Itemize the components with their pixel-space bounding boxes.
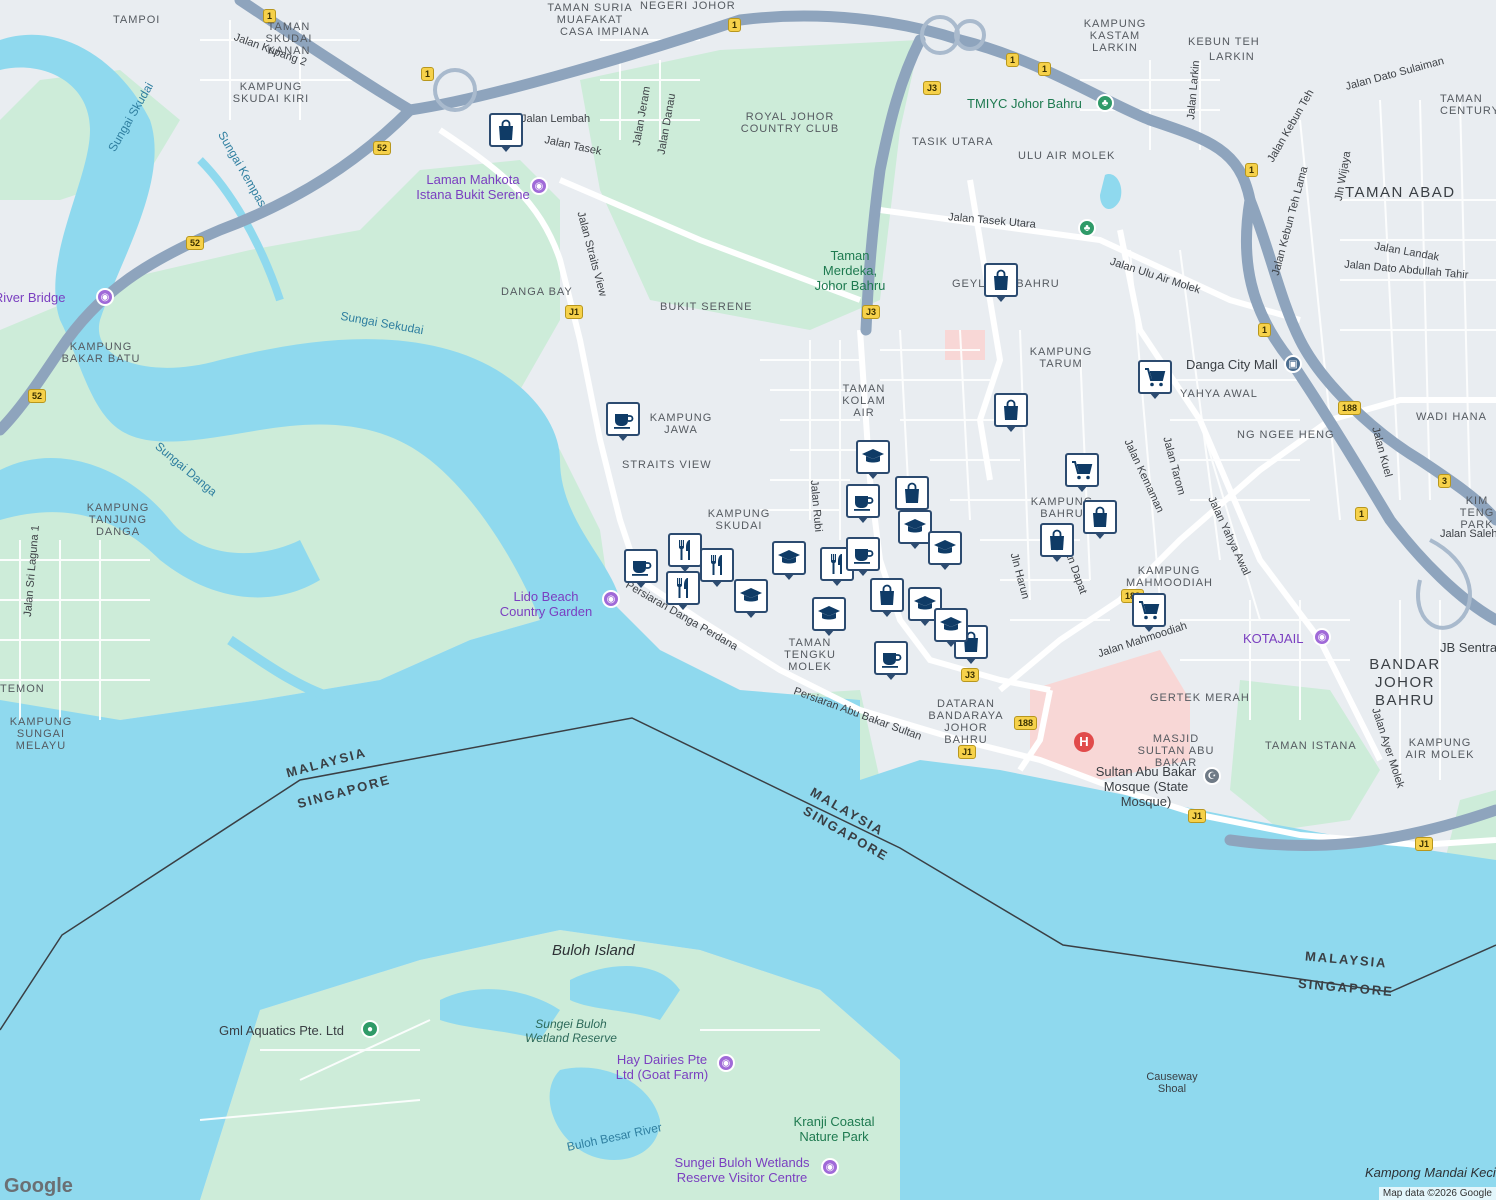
coffee-cup-pin[interactable] bbox=[874, 641, 908, 680]
graduation-cap-icon bbox=[817, 602, 841, 626]
route-shield: 1 bbox=[1006, 53, 1020, 67]
graduation-cap-pin[interactable] bbox=[928, 531, 962, 570]
coffee-cup-pin[interactable] bbox=[846, 537, 880, 576]
mosque-icon[interactable]: ☪ bbox=[1203, 767, 1221, 785]
mall-icon[interactable]: ▣ bbox=[1284, 355, 1302, 373]
shopping-bag-icon bbox=[494, 118, 518, 142]
shopping-bag-icon bbox=[875, 583, 899, 607]
shopping-cart-pin[interactable] bbox=[1065, 453, 1099, 492]
attraction-icon[interactable]: ◉ bbox=[96, 288, 114, 306]
shopping-cart-icon bbox=[1070, 458, 1094, 482]
route-shield: 1 bbox=[263, 9, 277, 23]
route-shield: J1 bbox=[958, 745, 977, 759]
restaurant-pin[interactable] bbox=[666, 571, 700, 610]
business-icon[interactable]: ● bbox=[361, 1020, 379, 1038]
restaurant-icon bbox=[673, 538, 697, 562]
shopping-cart-icon bbox=[1137, 598, 1161, 622]
route-shield: J1 bbox=[1415, 837, 1434, 851]
route-shield: 52 bbox=[373, 141, 392, 155]
coffee-cup-icon bbox=[851, 489, 875, 513]
attraction-icon[interactable]: ◉ bbox=[530, 177, 548, 195]
hospital-icon[interactable]: H bbox=[1074, 732, 1094, 752]
shopping-cart-icon bbox=[1143, 365, 1167, 389]
shopping-bag-icon bbox=[999, 398, 1023, 422]
attraction-icon[interactable]: ◉ bbox=[1313, 628, 1331, 646]
graduation-cap-pin[interactable] bbox=[812, 597, 846, 636]
graduation-cap-icon bbox=[933, 536, 957, 560]
shopping-bag-icon bbox=[900, 481, 924, 505]
shopping-bag-icon bbox=[989, 268, 1013, 292]
attraction-icon[interactable]: ◉ bbox=[717, 1054, 735, 1072]
shopping-bag-pin[interactable] bbox=[1083, 500, 1117, 539]
coffee-cup-icon bbox=[851, 542, 875, 566]
graduation-cap-icon bbox=[861, 445, 885, 469]
route-shield: 1 bbox=[728, 18, 742, 32]
route-shield: 188 bbox=[1338, 401, 1362, 415]
coffee-cup-icon bbox=[879, 646, 903, 670]
route-shield: 1 bbox=[1038, 62, 1052, 76]
route-shield: 3 bbox=[1438, 474, 1452, 488]
shopping-bag-pin[interactable] bbox=[994, 393, 1028, 432]
attraction-icon[interactable]: ◉ bbox=[821, 1158, 839, 1176]
shopping-bag-pin[interactable] bbox=[1040, 523, 1074, 562]
shopping-bag-pin[interactable] bbox=[984, 263, 1018, 302]
restaurant-pin[interactable] bbox=[668, 533, 702, 572]
graduation-cap-pin[interactable] bbox=[898, 510, 932, 549]
restaurant-pin[interactable] bbox=[700, 548, 734, 587]
attraction-icon[interactable]: ◉ bbox=[602, 590, 620, 608]
graduation-cap-icon bbox=[777, 546, 801, 570]
shopping-bag-pin[interactable] bbox=[870, 578, 904, 617]
coffee-cup-icon bbox=[629, 554, 653, 578]
coffee-cup-pin[interactable] bbox=[606, 402, 640, 441]
shopping-bag-pin[interactable] bbox=[895, 476, 929, 515]
graduation-cap-icon bbox=[739, 584, 763, 608]
route-shield: J3 bbox=[923, 81, 942, 95]
route-shield: J1 bbox=[1188, 809, 1207, 823]
coffee-cup-pin[interactable] bbox=[624, 549, 658, 588]
google-logo: Google bbox=[4, 1175, 73, 1197]
map-attribution: Map data ©2026 Google bbox=[1378, 1187, 1496, 1200]
route-shield: 1 bbox=[1258, 323, 1272, 337]
route-shield: 52 bbox=[186, 236, 205, 250]
park-icon[interactable]: ♣ bbox=[1096, 94, 1114, 112]
graduation-cap-icon bbox=[939, 613, 963, 637]
shopping-cart-pin[interactable] bbox=[1138, 360, 1172, 399]
coffee-cup-icon bbox=[611, 407, 635, 431]
shopping-cart-pin[interactable] bbox=[1132, 593, 1166, 632]
coffee-cup-pin[interactable] bbox=[846, 484, 880, 523]
route-shield: 1 bbox=[1245, 163, 1259, 177]
graduation-cap-pin[interactable] bbox=[772, 541, 806, 580]
route-shield: 188 bbox=[1014, 716, 1038, 730]
restaurant-icon bbox=[671, 576, 695, 600]
route-shield: 52 bbox=[28, 389, 47, 403]
route-shield: 1 bbox=[421, 67, 435, 81]
graduation-cap-pin[interactable] bbox=[734, 579, 768, 618]
shopping-bag-pin[interactable] bbox=[489, 113, 523, 152]
route-shield: J3 bbox=[862, 305, 881, 319]
shopping-bag-icon bbox=[1088, 505, 1112, 529]
route-shield: 1 bbox=[1355, 507, 1369, 521]
graduation-cap-pin[interactable] bbox=[934, 608, 968, 647]
route-shield: J1 bbox=[565, 305, 584, 319]
graduation-cap-icon bbox=[903, 515, 927, 539]
restaurant-icon bbox=[705, 553, 729, 577]
graduation-cap-pin[interactable] bbox=[856, 440, 890, 479]
route-shield: J3 bbox=[961, 668, 980, 682]
park-icon[interactable]: ♣ bbox=[1078, 219, 1096, 237]
map-canvas[interactable]: 1 1 1 1 1 1 1 1 52 52 52 J3 J3 J3 J1 J1 … bbox=[0, 0, 1496, 1200]
shopping-bag-icon bbox=[1045, 528, 1069, 552]
